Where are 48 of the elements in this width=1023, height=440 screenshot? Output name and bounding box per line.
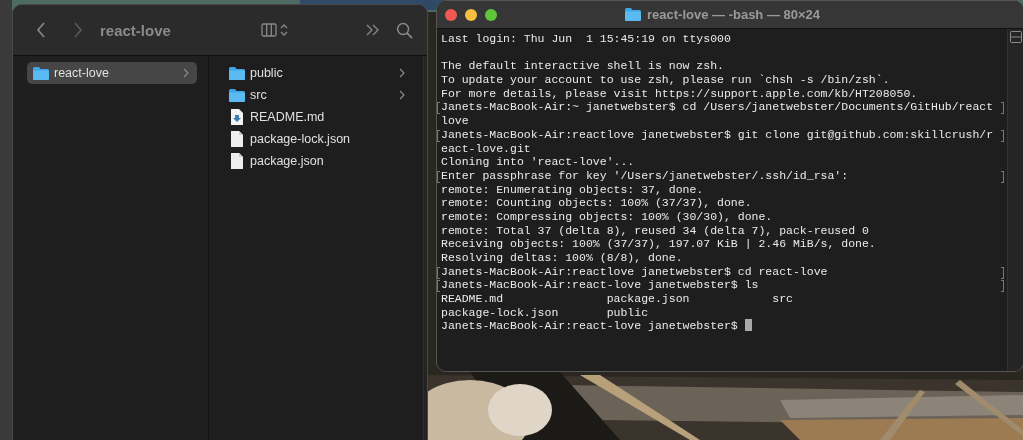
terminal-line: Enter passphrase for key '/Users/janetwebster/.ssh/id_rsa': [441, 168, 849, 182]
terminal-line: Resolving deltas: 100% (8/8), done. [441, 251, 683, 264]
chevron-icon [399, 90, 405, 100]
terminal-line: remote: Enumerating objects: 37, done. [441, 182, 704, 196]
file-row[interactable]: src [223, 84, 413, 106]
terminal-line: eact-love.git [441, 141, 531, 155]
close-button[interactable] [445, 8, 457, 21]
back-icon[interactable] [36, 22, 46, 38]
folder-row[interactable]: react-love [27, 62, 197, 84]
text-cursor [744, 319, 752, 332]
file-row[interactable]: package-lock.json [223, 128, 413, 150]
terminal-line: Last login: Thu Jun 1 15:45:19 on ttys000 [441, 32, 731, 45]
window-title: react-love — -bash — 80×24 [647, 7, 821, 22]
folder-icon [33, 66, 49, 80]
folder-icon [229, 66, 245, 80]
terminal-line: package-lock.json public [441, 305, 649, 319]
terminal-line: Cloning into 'react-love'... [441, 155, 635, 169]
window-title: react-love [100, 21, 171, 39]
file-row[interactable]: package.json [223, 150, 413, 172]
terminal-line: remote: Compressing objects: 100% (30/30), done. [441, 209, 773, 223]
folder-icon [625, 8, 641, 21]
markdown-file-icon [231, 109, 243, 125]
zoom-button[interactable] [485, 8, 497, 21]
terminal-line: Janets-MacBook-Air:reactlove janetwebster$ cd react-love [441, 264, 828, 278]
terminal-line: README.md package.json src [441, 292, 793, 306]
split-icon[interactable] [1009, 31, 1022, 43]
terminal-prompt: Janets-MacBook-Air:react-love janetwebster$ [441, 319, 738, 333]
chevron-icon [183, 68, 189, 78]
file-row[interactable]: public [223, 62, 413, 84]
terminal-line: remote: Counting objects: 100% (37/37), done. [441, 196, 752, 210]
terminal-line: To update your account to use zsh, please run `chsh -s /bin/zsh`. [441, 73, 890, 87]
terminal-line: love [441, 114, 469, 128]
minimize-button[interactable] [465, 8, 477, 21]
document-icon [231, 153, 243, 169]
terminal-line: Janets-MacBook-Air:reactlove janetwebster$ git clone git@github.com:skillcrush/r [441, 127, 994, 141]
terminal-line: Receiving objects: 100% (37/37), 197.07 KiB | 2.46 MiB/s, done. [441, 237, 876, 251]
document-icon [231, 131, 243, 147]
search-icon[interactable] [396, 21, 413, 39]
chevron-icon [399, 68, 405, 78]
folder-icon [229, 88, 245, 102]
terminal-line: remote: Total 37 (delta 8), reused 34 (delta 7), pack-reused 0 [441, 223, 869, 237]
terminal-line: The default interactive shell is now zsh. [441, 59, 724, 73]
terminal-line: For more details, please visit https://support.apple.com/kb/HT208050. [441, 86, 918, 100]
terminal-line: Janets-MacBook-Air:react-love janetwebster$ ls [441, 278, 759, 292]
scroll-bar[interactable] [1007, 29, 1023, 371]
file-row[interactable]: README.md [223, 106, 413, 128]
more-icon[interactable] [366, 24, 380, 36]
terminal-line: Janets-MacBook-Air:~ janetwebster$ cd /Users/janetwebster/Documents/GitHub/react [441, 100, 994, 114]
